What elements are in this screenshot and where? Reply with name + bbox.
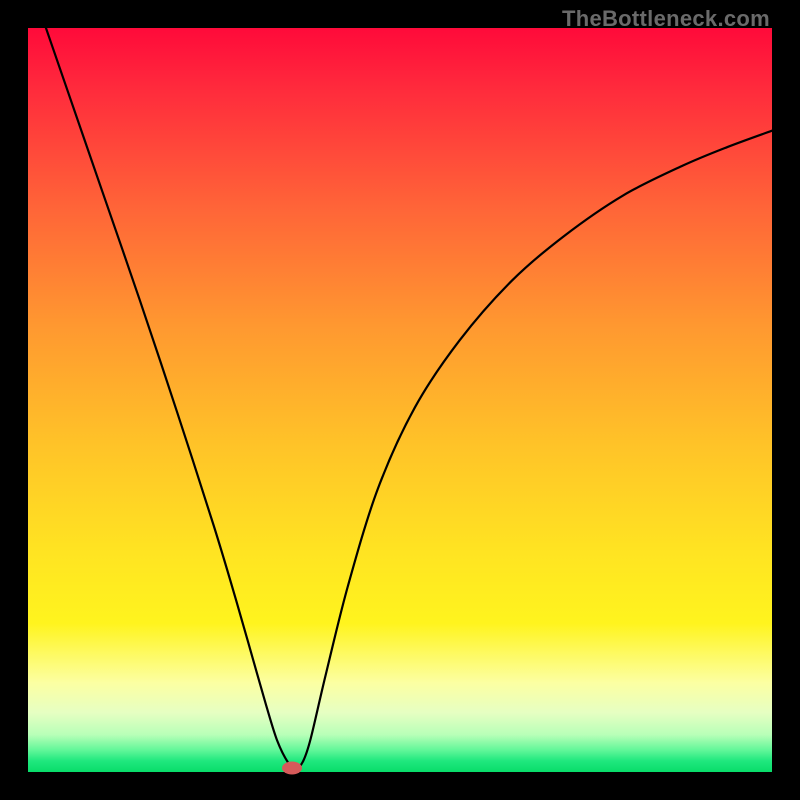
bottleneck-curve-path (28, 28, 772, 769)
chart-plot-area (28, 28, 772, 772)
minimum-marker (282, 761, 302, 774)
curve-svg (28, 28, 772, 772)
